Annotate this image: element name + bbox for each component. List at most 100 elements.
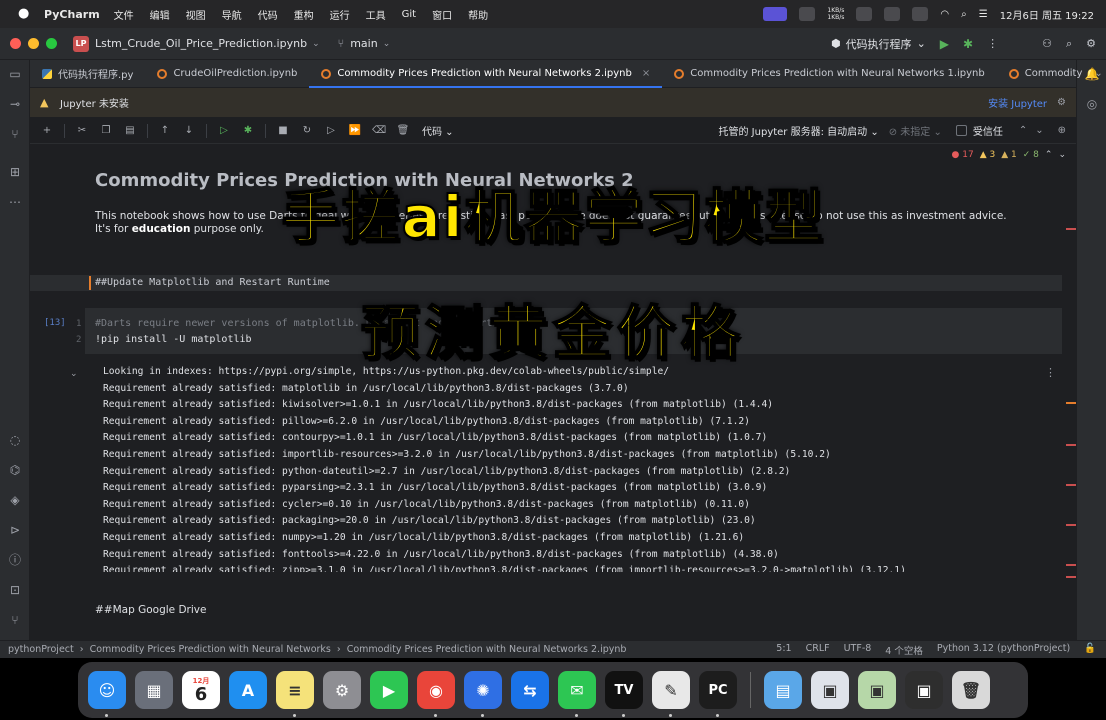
layers-icon[interactable]: ◈ [7, 492, 23, 508]
cut-icon[interactable]: ✂ [75, 125, 89, 136]
dock-app-screens-3[interactable]: ▣ [905, 671, 943, 709]
error-stripe-mark[interactable] [1066, 444, 1076, 446]
move-down-icon[interactable]: ↓ [182, 125, 196, 136]
copy-icon[interactable]: ❐ [99, 125, 113, 136]
chevron-up-icon[interactable]: ⌃ [1045, 150, 1053, 160]
paste-icon[interactable]: ▤ [123, 125, 137, 136]
dock-app-facetime[interactable]: ▶ [370, 671, 408, 709]
error-stripe-mark[interactable] [1066, 576, 1076, 578]
wifi-icon[interactable]: ◠ [940, 9, 949, 20]
cell-nav-arrows[interactable]: ⌃⌄ [1019, 125, 1052, 136]
menu-help[interactable]: 帮助 [468, 7, 488, 22]
dock-app-teamviewer[interactable]: ⇆ [511, 671, 549, 709]
tab-commodity-1[interactable]: Commodity Prices Prediction with Neural … [662, 60, 996, 87]
services-icon[interactable]: ⊳ [7, 522, 23, 538]
dock-app-launchpad[interactable]: ▦ [135, 671, 173, 709]
problems-icon[interactable]: ⓘ [7, 552, 23, 568]
menu-git[interactable]: Git [402, 9, 416, 20]
cell-type-selector[interactable]: 代码 ⌄ [422, 123, 454, 138]
chevron-down-icon[interactable]: ⌄ [312, 39, 320, 49]
apple-icon[interactable]: ● [18, 7, 32, 21]
menu-navigate[interactable]: 导航 [222, 7, 242, 22]
control-center-icon[interactable]: ☰ [979, 9, 988, 20]
inspection-widget[interactable]: ● 17 ▲ 3 ▲ 1 ✓ 8 ⌃ ⌄ [952, 150, 1066, 160]
python-packages-icon[interactable]: ◌ [7, 432, 23, 448]
menu-tools[interactable]: 工具 [366, 7, 386, 22]
commit-icon[interactable]: ⊸ [7, 96, 23, 112]
breadcrumb-item[interactable]: Commodity Prices Prediction with Neural … [347, 644, 627, 655]
tab-commodity-2[interactable]: Commodity Prices Prediction with Neural … [309, 60, 663, 88]
tab-commodity-3[interactable]: Commodity [997, 60, 1095, 87]
tab-code-runner[interactable]: 代码执行程序.py [30, 60, 145, 87]
menu-file[interactable]: 文件 [114, 7, 134, 22]
dock-app-app-store[interactable]: A [229, 671, 267, 709]
clear-output-icon[interactable]: ⌫ [372, 125, 386, 136]
project-name[interactable]: Lstm_Crude_Oil_Price_Prediction.ipynb [95, 37, 307, 50]
dock-app-downloads[interactable]: ▤ [764, 671, 802, 709]
dock-app-astro[interactable]: ✺ [464, 671, 502, 717]
error-stripe-mark[interactable] [1066, 564, 1076, 566]
search-icon[interactable]: ⌕ [1066, 37, 1072, 51]
dock-app-settings[interactable]: ⚙ [323, 671, 361, 709]
dock-app-chrome[interactable]: ◉ [417, 671, 455, 717]
indent-setting[interactable]: 4 个空格 [885, 643, 923, 657]
project-badge[interactable]: LP [73, 35, 89, 52]
cat-icon[interactable] [799, 7, 816, 21]
more-icon[interactable]: ⋮ [987, 37, 998, 50]
more-tools-icon[interactable]: ⋯ [7, 194, 23, 210]
clock[interactable]: 12月6日 周五 19:22 [1000, 7, 1094, 22]
interpreter-widget[interactable]: Python 3.12 (pythonProject) [937, 643, 1070, 657]
dock-app-screens-2[interactable]: ▣ [858, 671, 896, 709]
settings-gear-icon[interactable]: ⚙ [1086, 37, 1096, 50]
run-all-icon[interactable]: ▷ [324, 125, 338, 136]
run-config-selector[interactable]: ⬢ 代码执行程序 ⌄ [831, 36, 926, 52]
dock-app-wechat[interactable]: ✉ [558, 671, 596, 717]
trusted-checkbox[interactable] [955, 125, 967, 136]
chevron-down-icon[interactable]: ⌄ [383, 39, 391, 49]
dock-app-pycharm[interactable]: PC [699, 671, 737, 717]
chevron-down-icon[interactable]: ⌄ [1094, 68, 1102, 79]
error-stripe-mark[interactable] [1066, 524, 1076, 526]
chevron-down-icon[interactable]: ⌄ [1058, 150, 1066, 160]
battery-icon[interactable] [912, 7, 929, 21]
interpreter-selector[interactable]: ⊘ 未指定 ⌄ [889, 123, 942, 138]
minimize-window-button[interactable] [28, 38, 39, 49]
install-jupyter-link[interactable]: 安装 Jupyter [988, 95, 1047, 110]
wechat-tray-icon[interactable] [856, 7, 873, 21]
folder-icon[interactable]: ▭ [7, 66, 23, 82]
close-window-button[interactable] [10, 38, 21, 49]
caret-position[interactable]: 5:1 [776, 643, 791, 657]
app-menu-name[interactable]: PyCharm [44, 8, 100, 21]
line-separator[interactable]: CRLF [806, 643, 830, 657]
collapse-output-icon[interactable]: ⌄ [70, 369, 78, 379]
add-cell-icon[interactable]: + [40, 125, 54, 136]
run-icon[interactable]: ▶ [940, 37, 949, 51]
gear-icon[interactable]: ⚙ [1057, 97, 1066, 108]
menu-edit[interactable]: 编辑 [150, 7, 170, 22]
stop-icon[interactable]: ■ [276, 125, 290, 136]
code-cell[interactable] [85, 308, 1062, 354]
lock-icon[interactable]: 🔓 [1084, 643, 1096, 657]
zoom-window-button[interactable] [46, 38, 57, 49]
notebook-editor[interactable]: ● 17 ▲ 3 ▲ 1 ✓ 8 ⌃ ⌄ Commodity Prices Pr… [30, 144, 1076, 640]
ai-assistant-icon[interactable]: ◎ [1084, 96, 1100, 112]
error-stripe-mark[interactable] [1066, 402, 1076, 404]
run-cell-icon[interactable]: ▷ [217, 125, 231, 136]
menu-window[interactable]: 窗口 [432, 7, 452, 22]
input-method-icon[interactable] [884, 7, 901, 21]
dock-app-tradingview[interactable]: TV [605, 671, 643, 717]
close-tab-icon[interactable]: × [642, 68, 650, 79]
git-icon[interactable]: ⑂ [7, 612, 23, 628]
spotlight-icon[interactable]: ⌕ [961, 9, 967, 20]
pull-request-icon[interactable]: ⑂ [7, 126, 23, 142]
dock-app-screens-1[interactable]: ▣ [811, 671, 849, 709]
error-stripe-mark[interactable] [1066, 228, 1076, 230]
debug-icon[interactable]: ✱ [963, 37, 973, 51]
git-branch[interactable]: main [350, 37, 377, 50]
restart-kernel-icon[interactable]: ↻ [300, 125, 314, 136]
menu-code[interactable]: 代码 [258, 7, 278, 22]
dock-app-calendar[interactable]: 12月 6 [182, 671, 220, 709]
menu-view[interactable]: 视图 [186, 7, 206, 22]
breadcrumb-item[interactable]: pythonProject [8, 644, 74, 655]
menu-run[interactable]: 运行 [330, 7, 350, 22]
